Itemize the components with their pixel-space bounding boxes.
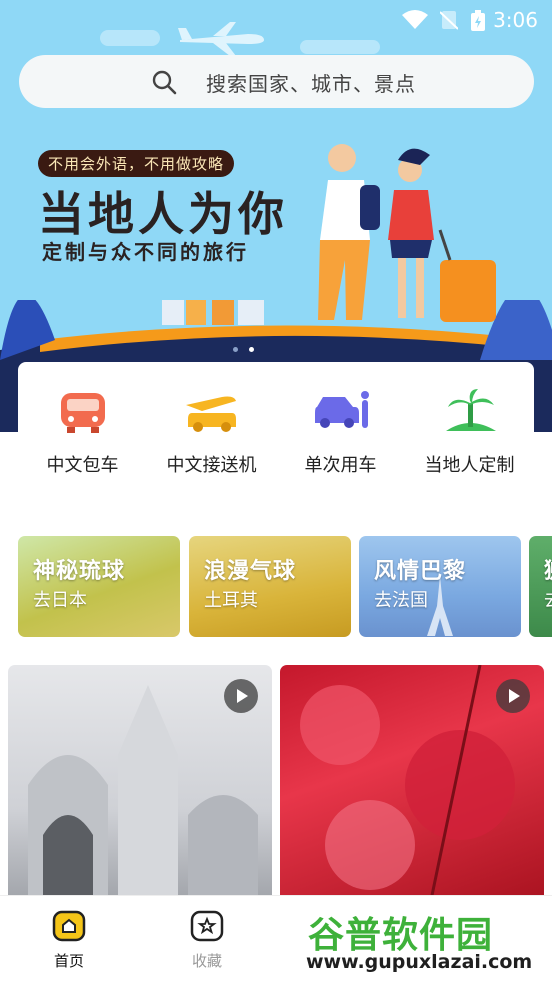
status-bar: 3:06 [0,0,552,40]
tab-label: 收藏 [191,952,222,970]
service-label: 单次用车 [304,455,377,476]
watermark: 谷普软件园 www.gupuxlazai.com [302,906,550,978]
video-card-red-leaves[interactable] [280,665,544,905]
promo-subtitle: 去日本 [33,590,87,611]
wifi-icon [402,10,428,29]
promo-title: 浪漫气球 [204,559,297,584]
search-input[interactable]: 搜索国家、城市、景点 [19,55,534,108]
watermark-url: www.gupuxlazai.com [306,951,533,973]
play-icon [237,689,248,703]
carousel-dot[interactable] [233,347,238,352]
banner-headline: 当地人为你 [38,187,288,241]
home-icon [52,910,86,942]
battery-charging-icon [471,10,485,31]
search-icon [152,70,177,95]
banner-subline: 定制与众不同的旅行 [42,240,249,264]
tab-favorites[interactable]: 收藏 [177,910,237,971]
bus-icon [60,393,105,433]
promo-title: 狮 [544,553,552,585]
play-button[interactable] [496,679,530,713]
service-airport-transfer[interactable]: 中文接送机 [147,387,276,477]
carousel-dots[interactable] [230,337,257,356]
service-label: 当地人定制 [424,455,515,476]
service-grid: 中文包车 中文接送机 单次用车 当地人定制 [18,362,534,497]
favorites-icon [190,910,224,942]
airport-car-icon [185,396,236,432]
carousel-dot-active[interactable] [249,347,255,352]
island-icon [445,389,496,431]
service-label: 中文接送机 [166,455,257,476]
tab-label: 首页 [53,952,84,970]
banner-tag: 不用会外语，不用做攻略 [38,150,235,177]
no-sim-icon [440,11,458,30]
eiffel-tower-icon [427,576,453,636]
play-button[interactable] [224,679,258,713]
promo-card-partial[interactable]: 狮 去 [529,536,552,637]
promo-title: 神秘琉球 [33,559,126,584]
single-ride-icon [314,391,369,428]
video-card-cathedral[interactable] [8,665,272,905]
promo-subtitle: 土耳其 [204,590,258,611]
status-time: 3:06 [493,8,538,32]
promo-card-balloon[interactable]: 浪漫气球 土耳其 [189,536,351,637]
search-placeholder: 搜索国家、城市、景点 [206,72,416,96]
service-label: 中文包车 [46,455,119,476]
play-icon [509,689,520,703]
promo-card-paris[interactable]: 风情巴黎 去法国 [359,536,521,637]
promo-card-ryukyu[interactable]: 神秘琉球 去日本 [18,536,180,637]
tab-home[interactable]: 首页 [39,910,99,971]
travelers-illustration [318,144,496,322]
service-chartered-car[interactable]: 中文包车 [18,387,147,477]
promo-carousel[interactable]: 神秘琉球 去日本 浪漫气球 土耳其 风情巴黎 去法国 狮 去 [18,536,552,638]
promo-subtitle: 去 [544,586,552,612]
promo-subtitle: 去法国 [374,590,428,611]
service-local-custom[interactable]: 当地人定制 [405,387,534,477]
service-single-ride[interactable]: 单次用车 [276,387,405,477]
